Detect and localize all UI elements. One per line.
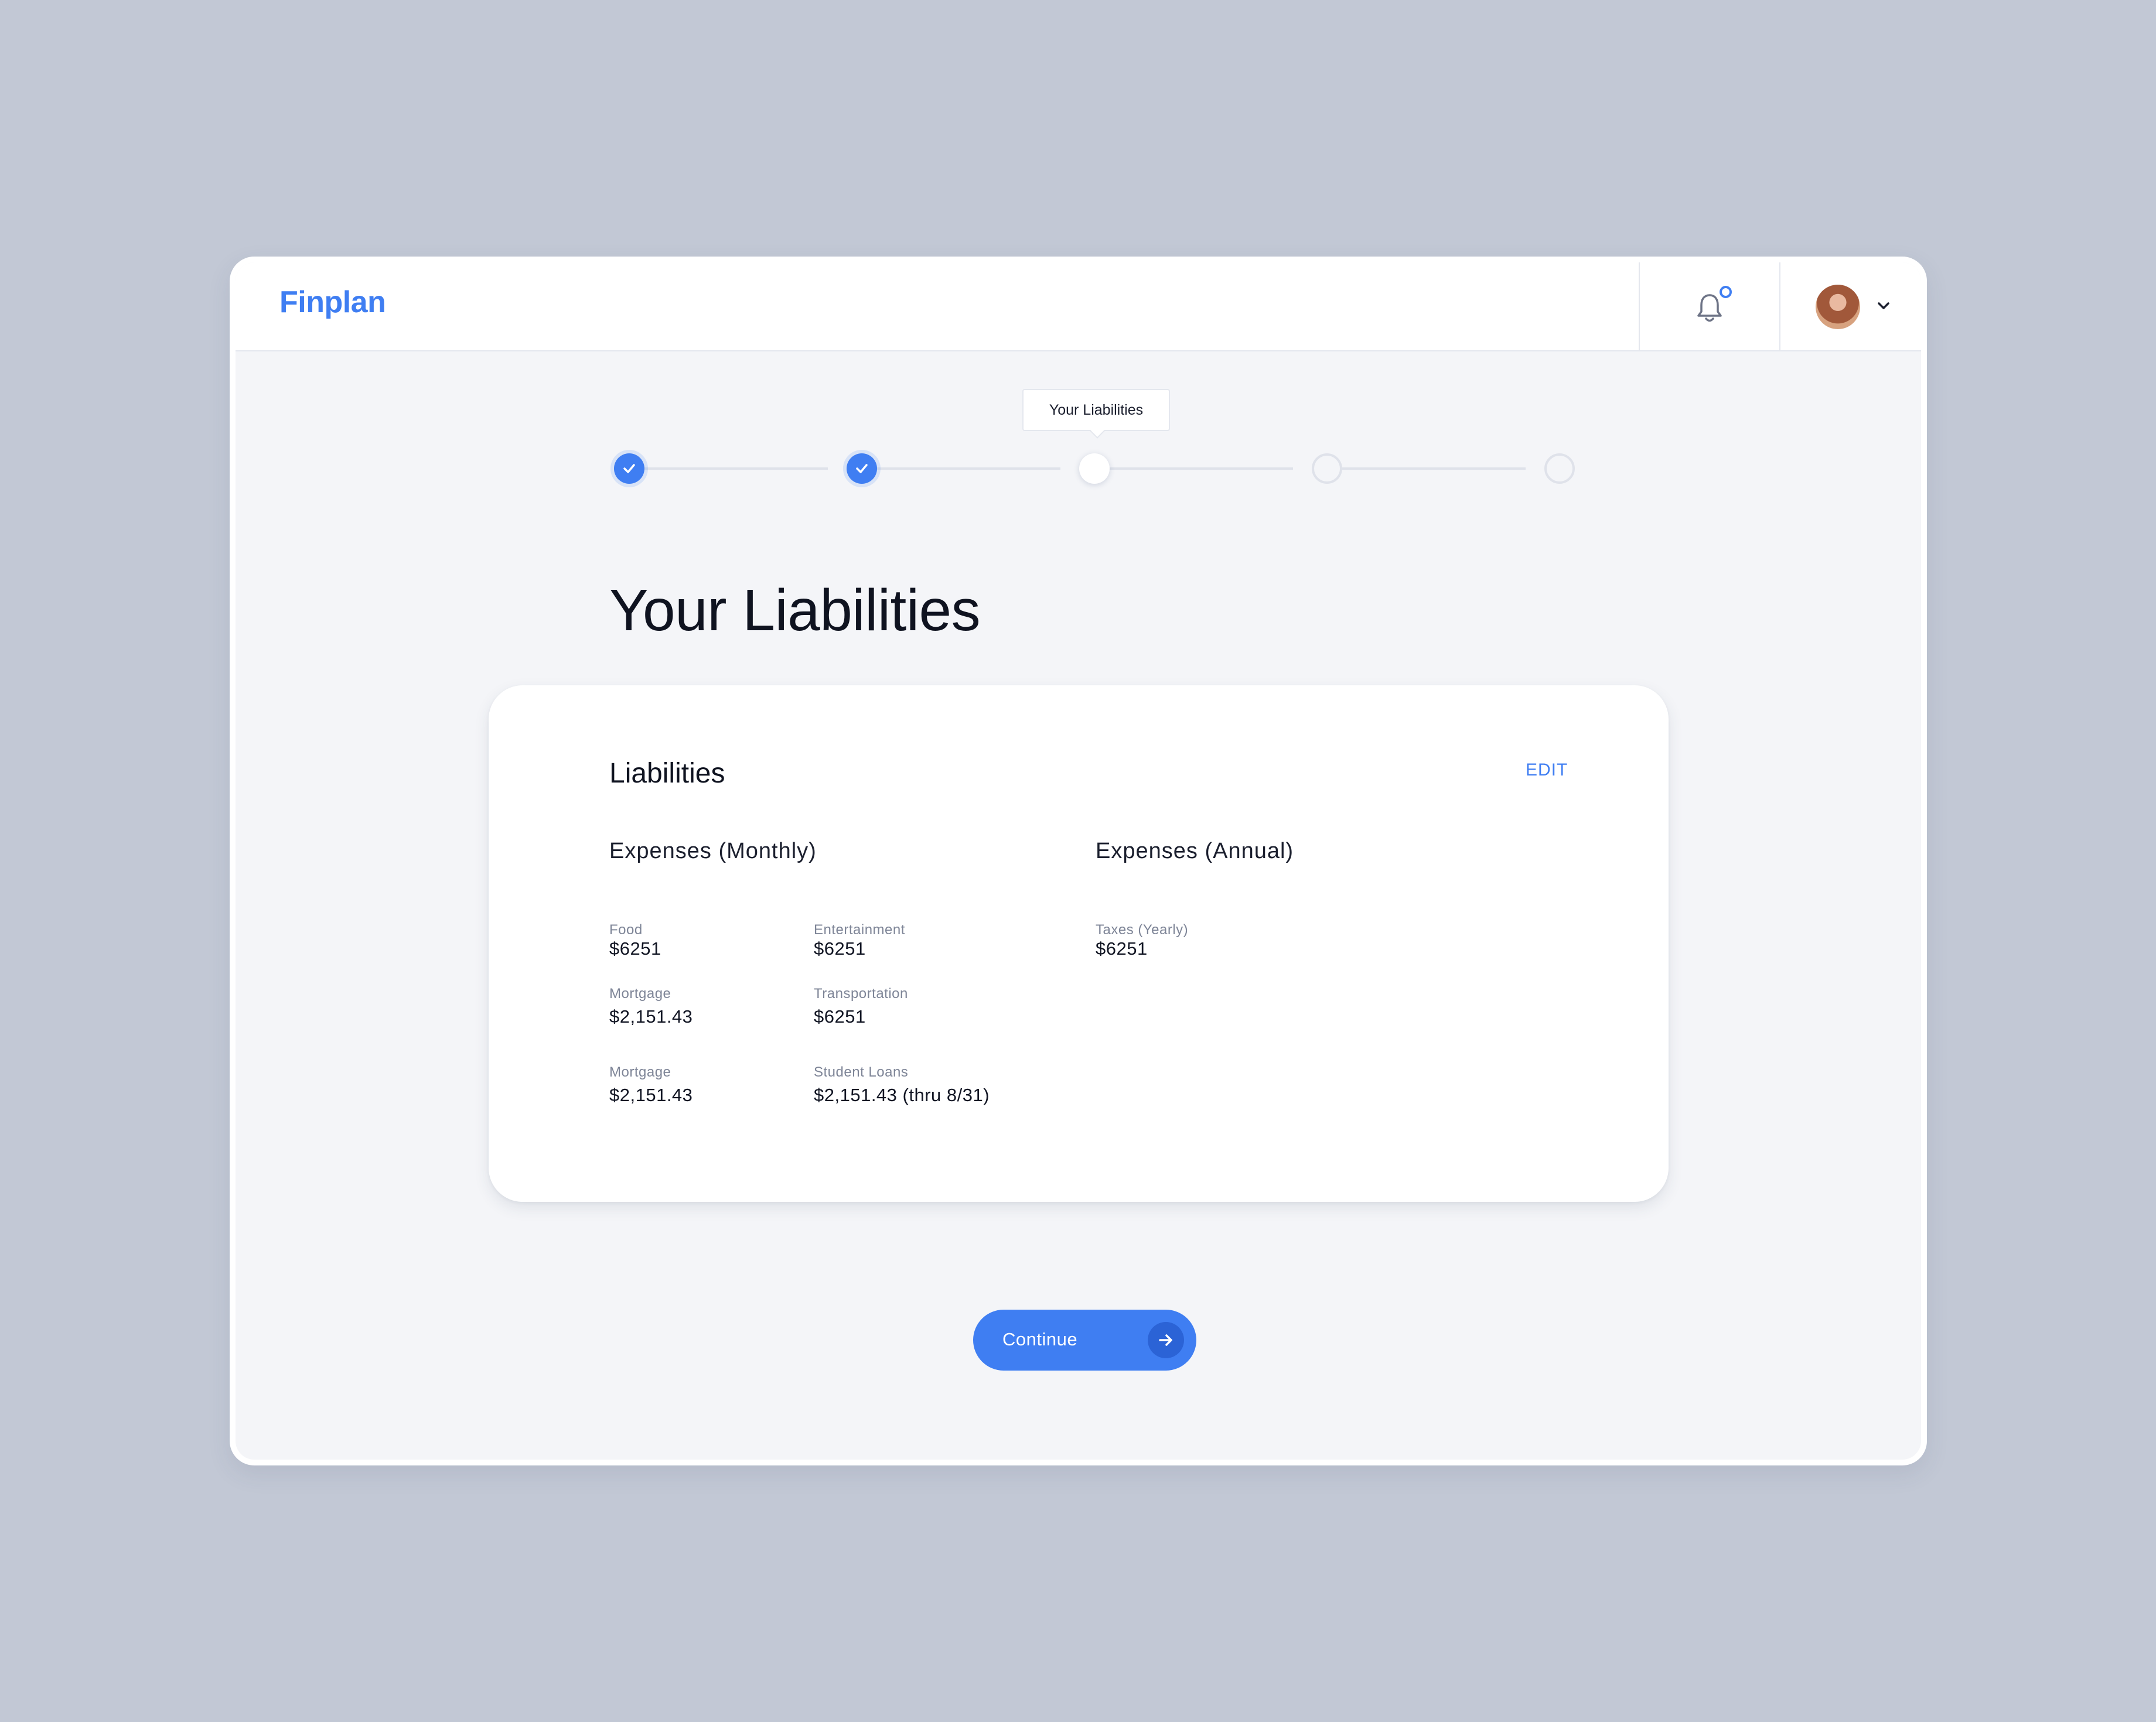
- notification-dot: [1720, 286, 1732, 298]
- edit-button[interactable]: EDIT: [1526, 760, 1568, 780]
- step-5-upcoming[interactable]: [1544, 453, 1575, 484]
- notifications-button[interactable]: [1639, 262, 1779, 350]
- mortgage-value: $2,151.43: [609, 1085, 693, 1105]
- chevron-down-icon: [1878, 302, 1889, 309]
- student-loans-value: $2,151.43 (thru 8/31): [814, 1085, 990, 1105]
- step-connector: [1092, 467, 1293, 470]
- transportation-label: Transportation: [814, 986, 908, 1002]
- finplan-logo[interactable]: Finplan: [279, 285, 386, 320]
- step-2-completed[interactable]: [847, 453, 877, 484]
- step-3-current[interactable]: [1079, 453, 1110, 484]
- page-title: Your Liabilities: [609, 578, 981, 643]
- profile-menu-button[interactable]: [1779, 262, 1921, 350]
- transportation-value: $6251: [814, 1006, 866, 1027]
- check-icon: [856, 464, 868, 473]
- entertainment-value: $6251: [814, 938, 866, 959]
- current-step-tooltip: Your Liabilities: [1022, 389, 1170, 431]
- top-navigation-bar: Finplan: [236, 262, 1921, 351]
- bell-icon: [1697, 294, 1722, 322]
- step-4-upcoming[interactable]: [1312, 453, 1342, 484]
- taxes-label: Taxes (Yearly): [1096, 922, 1189, 938]
- check-icon: [623, 464, 635, 473]
- entertainment-label: Entertainment: [814, 922, 905, 938]
- mortgage-value: $2,151.43: [609, 1006, 693, 1027]
- continue-label: Continue: [1002, 1329, 1078, 1349]
- taxes-value: $6251: [1096, 938, 1148, 959]
- food-label: Food: [609, 922, 643, 938]
- student-loans-label: Student Loans: [814, 1064, 909, 1080]
- mortgage-label: Mortgage: [609, 1064, 671, 1080]
- step-connector: [859, 467, 1060, 470]
- avatar: [1816, 285, 1860, 329]
- arrow-right-icon: [1148, 1322, 1184, 1358]
- mortgage-label: Mortgage: [609, 986, 671, 1002]
- food-value: $6251: [609, 938, 661, 959]
- step-connector: [1325, 467, 1526, 470]
- app-window: Finplan Your Liabilities Your Liabilitie…: [230, 257, 1927, 1465]
- card-title: Liabilities: [609, 758, 725, 789]
- annual-expenses-title: Expenses (Annual): [1096, 839, 1294, 863]
- liabilities-card: Liabilities EDIT Expenses (Monthly) Expe…: [489, 685, 1669, 1202]
- step-1-completed[interactable]: [614, 453, 644, 484]
- monthly-expenses-title: Expenses (Monthly): [609, 839, 817, 863]
- continue-button[interactable]: Continue: [973, 1310, 1196, 1371]
- step-connector: [627, 467, 828, 470]
